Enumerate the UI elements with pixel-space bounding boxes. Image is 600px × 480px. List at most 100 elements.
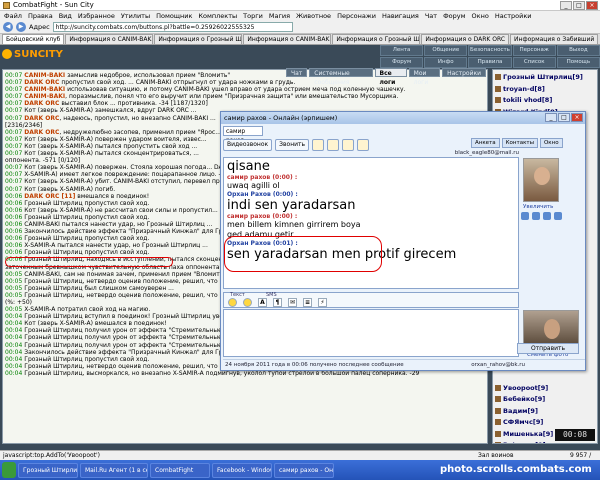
game-nav-item[interactable]: Список [512, 57, 556, 68]
menu-item[interactable]: Вид [59, 12, 72, 20]
chat-tab[interactable]: Мои логи [408, 68, 441, 86]
browser-tab[interactable]: Информация о CANIM-BAKI [65, 34, 154, 44]
contact-tab[interactable]: самир рахов [223, 126, 263, 144]
user-list-item[interactable]: troyan-d[8] [495, 84, 595, 96]
start-button[interactable] [2, 462, 16, 478]
user-list-item[interactable]: СФЯмчс[9] [495, 417, 595, 429]
menu-item[interactable]: Магия [269, 12, 290, 20]
user-name[interactable]: СФЯмчс[9] [503, 418, 543, 426]
url-field[interactable]: http://suncity.combats.com/buttons.pl?ba… [52, 22, 293, 32]
contact-photo[interactable] [523, 158, 559, 202]
log-player[interactable]: CANIM-BAKI [24, 86, 65, 93]
taskbar-button[interactable]: Грозный Штирлиц [9] [18, 462, 78, 478]
chat-tab[interactable]: Настройки [442, 68, 486, 77]
chat-tab[interactable]: Системные сообщения [309, 68, 373, 86]
font-icon[interactable]: A [258, 297, 267, 307]
animated-smiley-icon[interactable] [243, 297, 252, 307]
user-name[interactable]: Грозный Штирлиц[9] [503, 73, 583, 81]
game-nav-item[interactable]: Помощь [556, 57, 600, 68]
log-player[interactable]: DARK ORC [24, 79, 59, 86]
menu-item[interactable]: Утилиты [121, 12, 150, 20]
gift-icon[interactable] [342, 139, 355, 151]
photo-icon[interactable] [532, 212, 540, 220]
chat-tab[interactable]: Чат [286, 68, 308, 77]
menu-item[interactable]: Файл [4, 12, 22, 20]
game-icon[interactable] [357, 139, 370, 151]
menu-item[interactable]: Комплекты [198, 12, 237, 20]
game-nav-item[interactable]: Общение [424, 45, 468, 56]
user-name[interactable]: troyan-d[8] [503, 85, 545, 93]
menu-item[interactable]: Настройки [495, 12, 532, 20]
browser-tab[interactable]: Бойцовский клуб [2, 34, 65, 44]
taskbar-button[interactable]: CombatFight [150, 462, 210, 478]
log-player[interactable]: CANIM-BAKI [24, 72, 65, 79]
game-nav-item[interactable]: Безопасность [468, 45, 512, 56]
menu-item[interactable]: Форум [443, 12, 465, 20]
user-list-item[interactable]: Увоорoot[9] [495, 383, 595, 395]
smiley-icon[interactable] [228, 297, 237, 307]
menu-item[interactable]: Чат [425, 12, 437, 20]
agent-close-button[interactable]: × [571, 113, 583, 122]
game-nav-item[interactable]: Форум [380, 57, 424, 68]
send-file-icon[interactable] [327, 139, 340, 151]
color-icon[interactable]: ¶ [273, 297, 282, 307]
browser-tab[interactable]: Информация о Грозный Штирлиц [154, 34, 243, 44]
log-player[interactable]: DARK ORC [11] [24, 193, 75, 200]
minimize-button[interactable]: _ [560, 1, 572, 10]
agent-minimize-button[interactable]: _ [545, 113, 557, 122]
menu-item[interactable]: Помощник [156, 12, 192, 20]
taskbar-button[interactable]: самир рахов - Онлайн [274, 462, 334, 478]
log-player[interactable]: DARK ORC [24, 100, 59, 107]
send-button[interactable]: Отправить [517, 343, 579, 354]
user-name[interactable]: Вадим[9] [503, 407, 538, 415]
user-list-item[interactable]: tokili vhod[8] [495, 95, 595, 107]
menu-item[interactable]: Навигация [382, 12, 419, 20]
browser-tab[interactable]: Информация о Грозный Штирлиц [332, 34, 421, 44]
user-list-item[interactable]: Грозный Штирлиц[9] [495, 72, 595, 84]
flash-icon[interactable]: ⚡ [318, 297, 327, 307]
close-button[interactable]: × [586, 1, 598, 10]
attach-icon[interactable]: ≡ [303, 297, 312, 307]
tab-profile[interactable]: Анкета [471, 138, 500, 148]
tab-contacts[interactable]: Контакты [501, 138, 538, 148]
log-player[interactable]: DARK ORC [24, 129, 59, 136]
agent-maximize-button[interactable]: □ [558, 113, 570, 122]
browser-tab[interactable]: Информация о CANIM-BAKI [243, 34, 332, 44]
back-arrow-icon[interactable]: ◀ [3, 22, 13, 32]
user-name[interactable]: Увоорoot[9] [503, 384, 548, 392]
game-nav-item[interactable]: Выход [556, 45, 600, 56]
star-icon[interactable] [543, 212, 551, 220]
menu-item[interactable]: Персонажи [337, 12, 376, 20]
game-nav-item[interactable]: Лента [380, 45, 424, 56]
log-player[interactable]: DARK ORC [24, 115, 59, 122]
browser-tab[interactable]: Информация о DARK ORC [421, 34, 510, 44]
info-icon[interactable] [554, 212, 562, 220]
call-button[interactable]: Звонить [275, 139, 310, 151]
log-player[interactable]: CANIM-BAKI [24, 93, 65, 100]
maximize-button[interactable]: □ [573, 1, 585, 10]
tab-window[interactable]: Окно [539, 138, 563, 148]
user-name[interactable]: Batsmen[9] [503, 441, 546, 443]
forward-arrow-icon[interactable]: ▶ [16, 22, 26, 32]
menu-item[interactable]: Правка [28, 12, 53, 20]
user-list-item[interactable]: Бебейко[9] [495, 394, 595, 406]
wink-icon[interactable]: ✉ [288, 297, 297, 307]
video-call-button[interactable]: Видеозвонок [223, 139, 273, 151]
menu-item[interactable]: Торги [243, 12, 263, 20]
user-name[interactable]: Мишенька[9] [503, 430, 553, 438]
user-name[interactable]: Бебейко[9] [503, 395, 545, 403]
chat-tab[interactable]: Все логи [374, 68, 407, 86]
taskbar-button[interactable]: Mail.Ru Агент (1 в сети) [80, 462, 148, 478]
game-nav-item[interactable]: Правила [468, 57, 512, 68]
menu-item[interactable]: Животное [296, 12, 331, 20]
user-list-item[interactable]: Вадим[9] [495, 406, 595, 418]
browser-tab[interactable]: Информация о Забивший [510, 34, 599, 44]
message-input[interactable] [223, 309, 519, 357]
game-nav-item[interactable]: Инфо [424, 57, 468, 68]
taskbar-button[interactable]: Facebook - Windows ... [212, 462, 272, 478]
menu-item[interactable]: Избранное [78, 12, 115, 20]
user-name[interactable]: tokili vhod[8] [503, 96, 552, 104]
menu-item[interactable]: Окно [472, 12, 489, 20]
mail-icon[interactable] [521, 212, 529, 220]
enlarge-link[interactable]: Увеличить [523, 204, 553, 210]
